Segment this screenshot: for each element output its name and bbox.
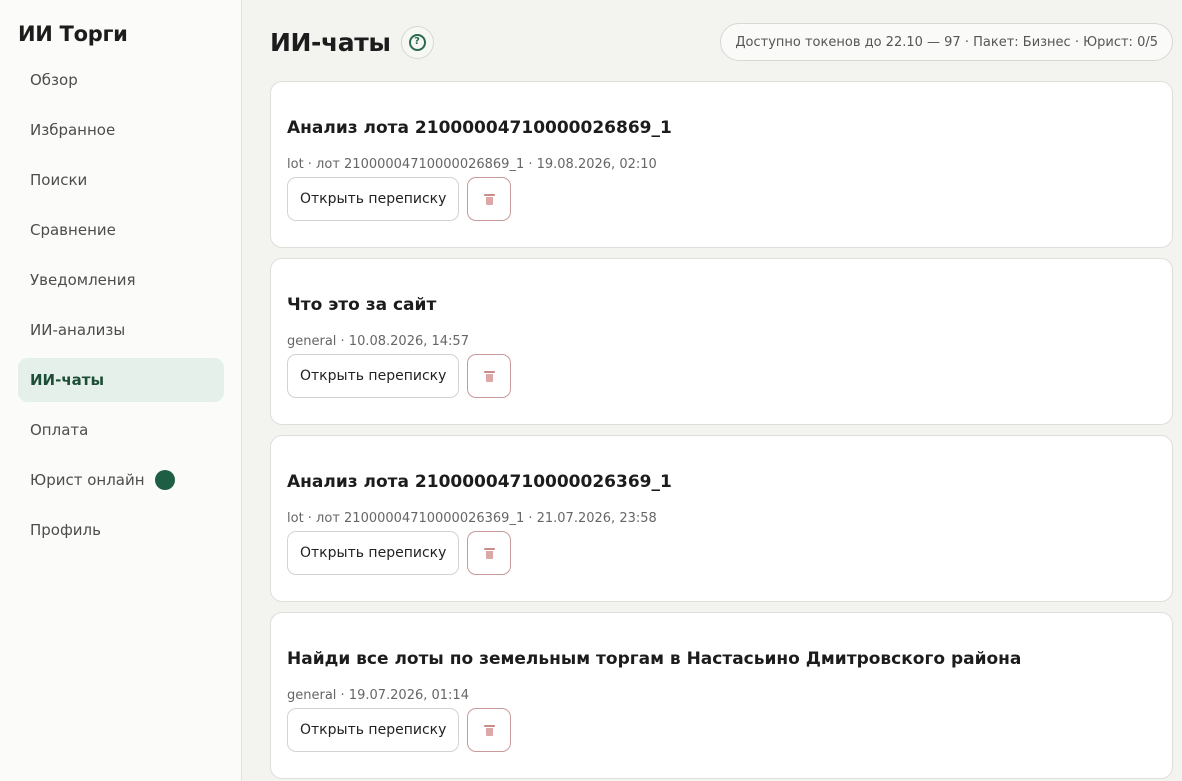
trash-icon <box>483 547 495 559</box>
open-chat-button[interactable]: Открыть переписку <box>287 531 460 575</box>
chat-actions: Открыть переписку <box>287 531 1156 575</box>
sidebar: ИИ Торги Обзор Избранное Поиски Сравнени… <box>0 0 242 781</box>
delete-chat-button[interactable] <box>467 177 512 221</box>
sidebar-item-overview[interactable]: Обзор <box>18 58 224 102</box>
chat-actions: Открыть переписку <box>287 354 1156 398</box>
sidebar-item-profile[interactable]: Профиль <box>18 508 224 552</box>
sidebar-item-ai-analyses[interactable]: ИИ-анализы <box>18 308 224 352</box>
help-button[interactable]: ? <box>400 25 434 59</box>
open-chat-button[interactable]: Открыть переписку <box>287 354 460 398</box>
sidebar-item-label: Поиски <box>30 171 88 189</box>
page-header: ИИ-чаты ? Доступно токенов до 22.10 — 97… <box>270 22 1173 62</box>
sidebar-item-searches[interactable]: Поиски <box>18 158 224 202</box>
sidebar-item-ai-chats[interactable]: ИИ-чаты <box>18 358 224 402</box>
chat-card: Анализ лота 21000004710000026369_1 lot ·… <box>270 435 1173 602</box>
online-status-indicator <box>154 470 175 490</box>
sidebar-item-label: Избранное <box>30 121 116 139</box>
sidebar-item-label: Сравнение <box>30 221 116 239</box>
open-chat-button[interactable]: Открыть переписку <box>287 708 460 752</box>
chat-meta: lot · лот 21000004710000026369_1 · 21.07… <box>287 511 657 526</box>
sidebar-item-label: ИИ-чаты <box>30 371 105 389</box>
delete-chat-button[interactable] <box>467 531 512 575</box>
trash-icon <box>483 370 495 382</box>
trash-icon <box>483 193 495 205</box>
sidebar-item-label: ИИ-анализы <box>30 321 126 339</box>
sidebar-item-label: Оплата <box>30 421 89 439</box>
chat-title: Анализ лота 21000004710000026369_1 <box>287 472 672 492</box>
open-chat-button[interactable]: Открыть переписку <box>287 177 460 221</box>
chat-meta: lot · лот 21000004710000026869_1 · 19.08… <box>287 157 657 172</box>
chat-title: Найди все лоты по земельным торгам в Нас… <box>287 649 1022 669</box>
sidebar-item-label: Обзор <box>30 71 78 89</box>
chat-list: Анализ лота 21000004710000026869_1 lot ·… <box>270 81 1173 779</box>
token-balance-badge: Доступно токенов до 22.10 — 97 · Пакет: … <box>720 23 1173 61</box>
delete-chat-button[interactable] <box>467 708 512 752</box>
chat-title: Что это за сайт <box>287 295 437 315</box>
sidebar-item-label: Уведомления <box>30 271 136 289</box>
sidebar-nav: Обзор Избранное Поиски Сравнение Уведомл… <box>18 58 224 552</box>
delete-chat-button[interactable] <box>467 354 512 398</box>
sidebar-item-notifications[interactable]: Уведомления <box>18 258 224 302</box>
chat-card: Анализ лота 21000004710000026869_1 lot ·… <box>270 81 1173 248</box>
chat-title: Анализ лота 21000004710000026869_1 <box>287 118 672 138</box>
brand-logo[interactable]: ИИ Торги <box>18 20 224 48</box>
chat-card: Что это за сайт general · 10.08.2026, 14… <box>270 258 1173 425</box>
chat-meta: general · 19.07.2026, 01:14 <box>287 688 469 703</box>
sidebar-item-lawyer-online[interactable]: Юрист онлайн <box>18 458 224 502</box>
main-content: ИИ-чаты ? Доступно токенов до 22.10 — 97… <box>242 0 1182 781</box>
app-root: ИИ Торги Обзор Избранное Поиски Сравнени… <box>0 0 1182 781</box>
trash-icon <box>483 724 495 736</box>
sidebar-item-favorites[interactable]: Избранное <box>18 108 224 152</box>
page-title: ИИ-чаты <box>270 27 391 57</box>
chat-actions: Открыть переписку <box>287 177 1156 221</box>
chat-card: Найди все лоты по земельным торгам в Нас… <box>270 612 1173 779</box>
chat-actions: Открыть переписку <box>287 708 1156 752</box>
sidebar-item-label: Юрист онлайн <box>30 471 145 489</box>
chat-meta: general · 10.08.2026, 14:57 <box>287 334 469 349</box>
sidebar-item-comparison[interactable]: Сравнение <box>18 208 224 252</box>
sidebar-item-payment[interactable]: Оплата <box>18 408 224 452</box>
question-circle-icon: ? <box>408 33 426 51</box>
title-group: ИИ-чаты ? <box>270 25 434 59</box>
sidebar-item-label: Профиль <box>30 521 101 539</box>
